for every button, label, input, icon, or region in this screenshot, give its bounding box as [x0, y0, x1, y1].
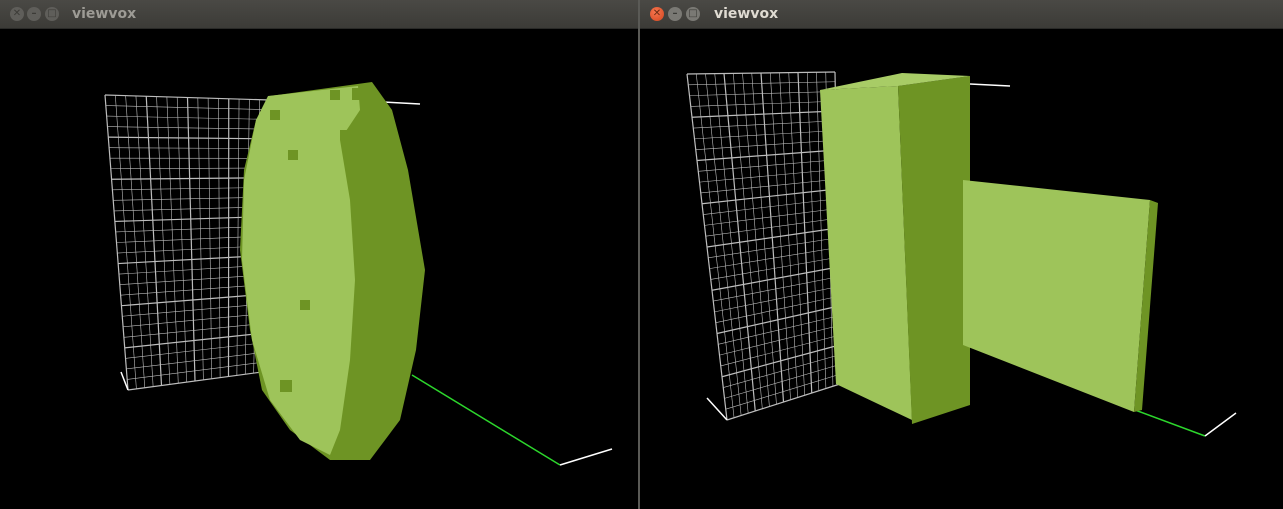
voxel-cell	[330, 90, 340, 100]
window-title: viewvox	[714, 6, 779, 22]
voxel-cell	[360, 380, 372, 392]
voxel-ellipsoid	[240, 82, 425, 460]
grid-line	[716, 305, 839, 335]
3d-viewport[interactable]	[640, 29, 1283, 509]
voxel-cell	[364, 200, 376, 212]
grid-plane	[686, 71, 841, 421]
voxel-cell	[350, 420, 362, 432]
maximize-icon[interactable]: □	[45, 7, 59, 21]
viewvox-window-left[interactable]: ✕ – □ viewvox	[0, 0, 638, 509]
voxel-cell	[356, 160, 370, 174]
voxel-scene-boxes	[686, 71, 1237, 437]
voxel-cell	[270, 110, 280, 120]
voxel-cell	[300, 300, 310, 310]
voxel-cell	[370, 240, 386, 256]
maximize-icon[interactable]: □	[686, 7, 700, 21]
voxel-cell	[362, 100, 376, 114]
axis-x-end	[1204, 412, 1237, 437]
voxel-scene-ellipsoid	[104, 82, 613, 466]
3d-viewport[interactable]	[0, 29, 638, 509]
titlebar[interactable]: ✕ – □ viewvox	[640, 0, 1283, 29]
voxel-cell	[280, 380, 292, 392]
close-icon[interactable]: ✕	[650, 7, 664, 21]
grid-line	[726, 383, 841, 421]
axis-y	[706, 397, 728, 421]
voxel-cell	[288, 150, 298, 160]
axis-x	[969, 83, 1011, 87]
close-icon[interactable]: ✕	[10, 7, 24, 21]
voxel-cell	[374, 280, 386, 292]
voxel-tall-box	[820, 73, 970, 424]
viewvox-window-right[interactable]: ✕ – □ viewvox	[640, 0, 1283, 509]
titlebar[interactable]: ✕ – □ viewvox	[0, 0, 638, 29]
voxel-cell	[392, 180, 402, 190]
voxel-cell	[396, 310, 406, 320]
voxel-slab	[963, 180, 1158, 412]
axis-x	[382, 101, 421, 105]
voxel-cell	[400, 240, 412, 252]
minimize-icon[interactable]: –	[668, 7, 682, 21]
grid-line	[715, 295, 839, 323]
grid-line	[108, 136, 269, 140]
minimize-icon[interactable]: –	[27, 7, 41, 21]
window-title: viewvox	[72, 6, 137, 22]
voxel-cell	[368, 330, 382, 344]
grid-line	[724, 364, 840, 399]
status-strip	[0, 503, 638, 509]
axis-x-end	[559, 448, 613, 466]
voxel-cell	[352, 88, 364, 100]
grid-line	[725, 373, 840, 410]
axis-z	[411, 374, 561, 466]
grid-line	[714, 286, 839, 313]
voxel-cell	[340, 130, 350, 140]
axis-z	[1134, 409, 1206, 437]
